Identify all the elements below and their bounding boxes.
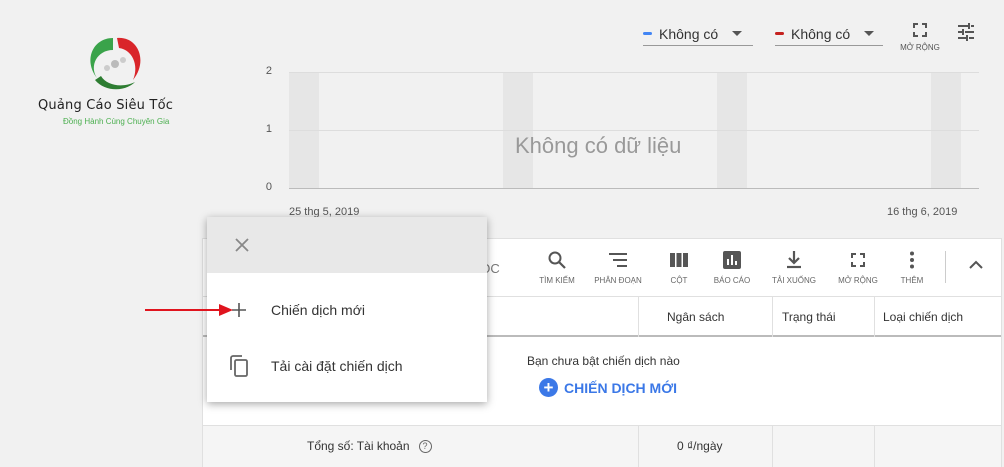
column-divider xyxy=(772,297,773,337)
metric-color-dot xyxy=(775,32,784,35)
red-arrow-icon xyxy=(145,304,233,316)
more-button[interactable]: THÊM xyxy=(887,249,937,285)
performance-chart: 2 1 0 Không có dữ liệu 25 thg 5, 2019 16… xyxy=(260,60,980,230)
chart-gridline xyxy=(289,72,979,73)
help-icon[interactable]: ? xyxy=(418,439,432,453)
empty-state-message: Bạn chưa bật chiến dịch nào xyxy=(527,354,680,368)
total-label-cell: Tổng số: Tài khoản ? xyxy=(307,439,432,453)
column-header-budget[interactable]: Ngân sách xyxy=(667,297,724,337)
menu-header xyxy=(207,217,487,273)
column-divider xyxy=(874,426,875,467)
search-label: TÌM KIẾM xyxy=(539,276,575,285)
close-menu-button[interactable] xyxy=(234,233,250,259)
reports-label: BÁO CÁO xyxy=(713,276,751,285)
fullscreen-icon xyxy=(851,253,865,267)
collapse-button[interactable] xyxy=(969,257,983,275)
close-icon xyxy=(235,238,249,252)
chart-gridline xyxy=(289,130,979,131)
columns-label: CỘT xyxy=(670,276,688,285)
new-campaign-link-label: CHIẾN DỊCH MỚI xyxy=(564,379,678,396)
fullscreen-icon xyxy=(913,23,927,37)
chart-baseline xyxy=(289,188,979,189)
chart-adjust-button[interactable] xyxy=(955,22,977,47)
search-icon xyxy=(548,251,566,269)
menu-item-label: Tải cài đặt chiến dịch xyxy=(271,358,403,374)
menu-item-load-settings[interactable]: Tải cài đặt chiến dịch xyxy=(207,340,487,392)
chevron-up-icon xyxy=(969,260,983,269)
segment-label: PHÂN ĐOẠN xyxy=(594,276,642,285)
toolbar-divider xyxy=(945,251,946,283)
download-button[interactable]: TẢI XUỐNG xyxy=(769,249,819,285)
download-icon xyxy=(787,251,801,269)
logo-subtitle: Đồng Hành Cùng Chuyên Gia xyxy=(63,117,170,126)
column-header-status[interactable]: Trạng thái xyxy=(782,297,836,337)
download-label: TẢI XUỐNG xyxy=(771,276,816,285)
logo-swirl-icon xyxy=(90,37,141,90)
table-expand-button[interactable]: MỞ RỘNG xyxy=(833,249,883,285)
create-campaign-menu: Chiến dịch mới Tải cài đặt chiến dịch xyxy=(207,217,487,402)
total-budget: 0 ₫/ngày xyxy=(677,439,723,453)
columns-icon xyxy=(670,253,688,267)
column-divider xyxy=(874,297,875,337)
brand-logo: Quảng Cáo Siêu Tốc Đồng Hành Cùng Chuyên… xyxy=(30,30,205,130)
y-tick-label: 0 xyxy=(265,181,272,193)
column-divider xyxy=(772,426,773,467)
columns-button[interactable]: CỘT xyxy=(654,249,704,285)
new-campaign-link[interactable]: + CHIẾN DỊCH MỚI xyxy=(539,378,677,397)
x-tick-label-end: 16 thg 6, 2019 xyxy=(887,206,958,218)
tune-icon xyxy=(958,23,974,41)
metric-color-dot xyxy=(643,32,652,35)
column-header-campaign-type[interactable]: Loại chiến dịch xyxy=(883,297,963,337)
more-vert-icon xyxy=(910,251,914,269)
more-label: THÊM xyxy=(900,276,924,285)
column-divider xyxy=(638,297,639,337)
chart-expand-label: MỞ RỘNG xyxy=(900,43,940,52)
logo-title: Quảng Cáo Siêu Tốc xyxy=(38,98,174,113)
add-circle-icon: + xyxy=(539,378,558,397)
no-data-message: Không có dữ liệu xyxy=(515,133,682,158)
table-expand-label: MỞ RỘNG xyxy=(838,276,878,285)
segment-button[interactable]: PHÂN ĐOẠN xyxy=(593,249,643,285)
chart-expand-button[interactable]: MỞ RỘNG xyxy=(898,22,942,52)
chevron-down-icon xyxy=(732,31,743,36)
total-row: Tổng số: Tài khoản ? 0 ₫/ngày xyxy=(203,425,1001,467)
column-divider xyxy=(638,426,639,467)
y-tick-label: 1 xyxy=(265,123,272,135)
chevron-down-icon xyxy=(864,31,875,36)
metric-selector-label: Không có xyxy=(659,25,719,42)
bar-chart-icon xyxy=(723,251,741,269)
y-tick-label: 2 xyxy=(265,65,272,77)
copy-icon xyxy=(230,355,248,377)
metric-selector-2[interactable]: Không có xyxy=(775,22,883,46)
menu-item-label: Chiến dịch mới xyxy=(271,302,365,318)
total-label: Tổng số: Tài khoản xyxy=(307,439,410,453)
search-button[interactable]: TÌM KIẾM xyxy=(532,249,582,285)
metric-selector-1[interactable]: Không có xyxy=(643,22,753,46)
segment-icon xyxy=(609,253,627,267)
reports-button[interactable]: BÁO CÁO xyxy=(707,249,757,285)
metric-selector-label: Không có xyxy=(791,25,851,42)
menu-item-new-campaign[interactable]: Chiến dịch mới xyxy=(207,284,487,336)
